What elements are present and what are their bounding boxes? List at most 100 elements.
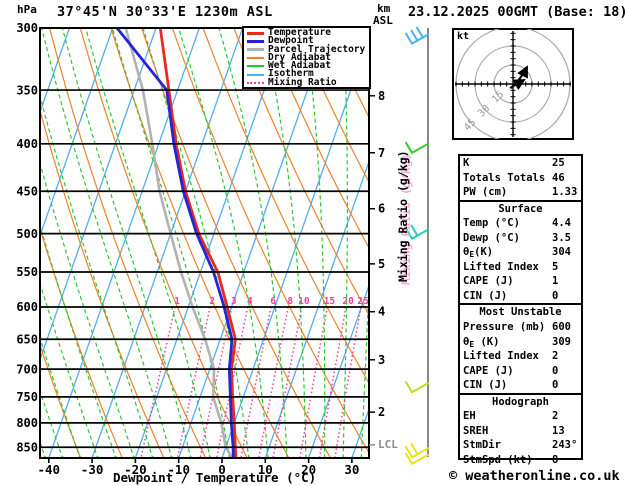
table-row-label: StmDir bbox=[463, 439, 501, 452]
table-row-label: K bbox=[463, 157, 470, 169]
wet-adiabat-line bbox=[304, 28, 327, 458]
table-row-value: 600 bbox=[552, 321, 571, 334]
table-section: K 25 Totals Totals 46 PW (cm) 1.33 bbox=[460, 156, 581, 200]
mixing-ratio-value-label: 8 bbox=[287, 296, 293, 307]
table-row: Temp (°C) 4.4 bbox=[460, 216, 581, 231]
table-row-label: EH bbox=[463, 410, 476, 423]
pressure-tick-label: 300 bbox=[16, 21, 38, 35]
hodograph-unit-label: kt bbox=[457, 31, 470, 42]
table-section-header: Hodograph bbox=[492, 395, 549, 408]
legend-line-sample bbox=[247, 81, 264, 84]
table-row: CAPE (J) 1 bbox=[460, 274, 581, 289]
pressure-tick-label: 650 bbox=[16, 332, 38, 346]
table-row-label: SREH bbox=[463, 424, 489, 437]
table-row-label: Pressure (mb) bbox=[463, 321, 546, 334]
mixing-ratio-value-label: 6 bbox=[270, 296, 276, 307]
table-row-label: CAPE (J) bbox=[463, 364, 514, 377]
pressure-tick-label: 800 bbox=[16, 416, 38, 430]
wet-adiabat-line bbox=[142, 28, 251, 458]
wet-adiabat-line bbox=[342, 28, 348, 458]
km-tick-label: 4 bbox=[378, 305, 385, 319]
mixing-ratio-value-label: 2 bbox=[209, 296, 215, 307]
pressure-unit-label: hPa bbox=[17, 3, 37, 16]
table-row-value: 304 bbox=[552, 246, 571, 259]
table-row: Dewp (°C) 3.5 bbox=[460, 231, 581, 246]
wind-barb bbox=[405, 443, 429, 459]
table-row-value: 2 bbox=[552, 350, 559, 363]
table-row-value: 309 bbox=[552, 335, 571, 348]
mixing-ratio-value-label: 15 bbox=[324, 296, 336, 307]
pressure-tick-label: 350 bbox=[16, 83, 38, 97]
table-section: Most Unstable Pressure (mb) 600 θE (K) 309 Li… bbox=[460, 303, 581, 392]
mixing-ratio-labels: 1 2 3 4 6 8 10 15 20 25 bbox=[174, 296, 369, 307]
mixing-ratio-line bbox=[140, 306, 176, 458]
table-row-label: Dewp (°C) bbox=[463, 231, 520, 244]
wet-adiabat-line bbox=[261, 28, 308, 458]
mixing-ratio-value-label: 10 bbox=[298, 296, 310, 307]
wet-adiabat-line bbox=[40, 281, 101, 458]
isotherm-line bbox=[48, 28, 200, 458]
table-section-header: Most Unstable bbox=[479, 306, 562, 319]
table-row-value: 0 bbox=[552, 379, 559, 392]
table-row: PW (cm) 1.33 bbox=[460, 185, 581, 200]
table-row: Totals Totals 46 bbox=[460, 171, 581, 186]
mixing-ratio-value-label: 4 bbox=[247, 296, 253, 307]
mixing-ratio-lines-group bbox=[140, 306, 362, 458]
table-row-value: 2 bbox=[552, 410, 559, 423]
legend-line-sample bbox=[247, 39, 264, 43]
pressure-tick-label: 450 bbox=[16, 184, 38, 198]
table-row-value: 46 bbox=[552, 171, 565, 184]
km-tick-label: 6 bbox=[378, 202, 385, 216]
table-row-label: PW (cm) bbox=[463, 186, 508, 199]
wind-barb bbox=[405, 26, 429, 45]
table-row-value: 13 bbox=[552, 424, 565, 437]
table-row-value: 4.4 bbox=[552, 217, 571, 230]
mixing-ratio-value-label: 25 bbox=[357, 296, 369, 307]
wet-adiabat-line bbox=[41, 28, 174, 458]
table-row-label: Temp (°C) bbox=[463, 217, 520, 230]
table-section: Surface Temp (°C) 4.4 Dewp (°C) 3.5 θE(K) 304 L… bbox=[460, 199, 581, 304]
table-row-label: Totals Totals bbox=[463, 171, 546, 184]
table-row-value: 25 bbox=[552, 157, 565, 169]
isotherm-line bbox=[264, 159, 369, 458]
km-tick-label: 7 bbox=[378, 146, 385, 160]
legend-line-sample bbox=[247, 65, 264, 68]
legend-line-sample bbox=[247, 31, 264, 35]
table-row-label: Lifted Index bbox=[463, 350, 539, 363]
pressure-tick-label: 850 bbox=[16, 440, 38, 454]
table-row-value: 243° bbox=[552, 439, 578, 452]
table-row: CIN (J) 0 bbox=[460, 289, 581, 304]
table-row: CIN (J) 0 bbox=[460, 378, 581, 393]
km-tick-label: 2 bbox=[378, 405, 385, 419]
table-row-label: CIN (J) bbox=[463, 379, 508, 392]
table-row-label: StmSpd (kt) bbox=[463, 453, 533, 466]
table-row-value: 1 bbox=[552, 275, 559, 288]
table-row: EH 2 bbox=[460, 409, 581, 424]
table-section-header: Surface bbox=[498, 202, 543, 215]
table-row-label: Lifted Index bbox=[463, 260, 539, 273]
table-section: Hodograph EH 2 SREH 13 StmDir 243° StmSpd (kt) 8 bbox=[460, 392, 581, 468]
mixing-ratio-value-label: 3 bbox=[231, 296, 237, 307]
temp-tick-label: -30 bbox=[81, 462, 104, 477]
table-row-label: θE (K) bbox=[463, 335, 500, 349]
x-axis-label: Dewpoint / Temperature (°C) bbox=[113, 470, 317, 485]
mixing-ratio-line bbox=[299, 306, 329, 458]
table-row-value: 5 bbox=[552, 260, 559, 273]
table-row-value: 1.33 bbox=[552, 186, 578, 199]
lcl-label: LCL bbox=[378, 438, 398, 451]
pressure-tick-label: 700 bbox=[16, 362, 38, 376]
skewt-sounding-app: 300 350 400 450 500 550 600 650 700 750 800 850 1 2 3 4… bbox=[0, 0, 629, 486]
table-row-value: 0 bbox=[552, 289, 559, 302]
table-row: Pressure (mb) 600 bbox=[460, 320, 581, 335]
table-row-value: 0 bbox=[552, 364, 559, 377]
altitude-axis: 8 7 6 5 4 3 2 bbox=[369, 89, 385, 446]
mixing-ratio-value-label: 1 bbox=[174, 296, 180, 307]
table-row: CAPE (J) 0 bbox=[460, 364, 581, 379]
isotherm-line bbox=[134, 28, 287, 458]
wet-adiabat-line bbox=[40, 336, 83, 458]
pressure-tick-label: 600 bbox=[16, 300, 38, 314]
isotherm-line bbox=[221, 36, 369, 458]
table-row: Lifted Index 5 bbox=[460, 260, 581, 275]
legend: Temperature Dewpoint Parcel Trajectory Dry … bbox=[242, 26, 371, 89]
temp-tick-label: 30 bbox=[344, 462, 359, 477]
